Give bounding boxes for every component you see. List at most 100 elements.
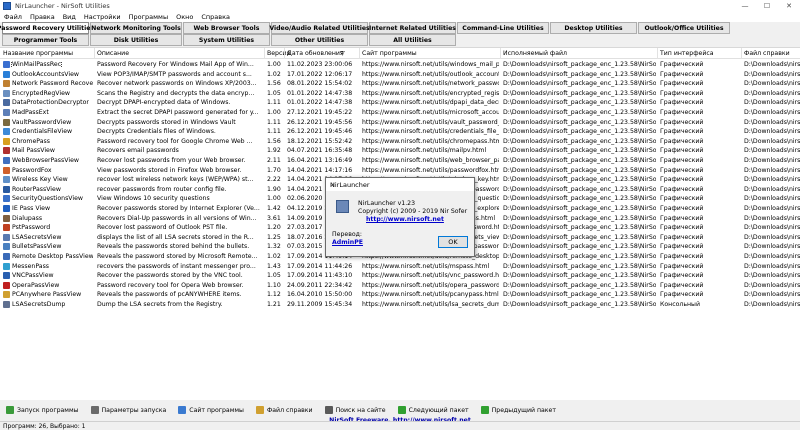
table-row[interactable]: DataProtectionDecryptor Decrypt DPAPI-enc… [0, 98, 800, 108]
cell-version: 1.00 [267, 195, 281, 203]
table-row[interactable]: LSASecretsDump Dump the LSA secrets from … [0, 300, 800, 310]
tab-network-monitoring[interactable]: Network Monitoring Tools [90, 22, 182, 34]
cell-interface: Графический [660, 109, 704, 116]
dialog-translator-link[interactable]: AdminPE [332, 239, 363, 246]
cell-description: recover lost wireless network keys (WEP/… [97, 176, 254, 184]
program-icon [3, 195, 10, 203]
cell-interface: Графический [660, 70, 704, 78]
cell-exe: D:\Downloads\nirsoft_package_enc_1.23.58… [503, 291, 656, 299]
table-row[interactable]: EncryptedRegView Scans the Registry and d… [0, 89, 800, 99]
menu-help[interactable]: Справка [201, 13, 230, 21]
tab-desktop[interactable]: Desktop Utilities [550, 22, 637, 34]
col-header-date[interactable]: Дата обновления [287, 50, 344, 57]
cell-version: 1.10 [267, 281, 281, 289]
program-name: PstPassword [12, 224, 51, 232]
cell-site: https://www.nirsoft.net/utils/vault_pass… [362, 118, 499, 126]
table-row[interactable]: VaultPasswordView Decrypts passwords stor… [0, 118, 800, 128]
cell-version: 1.00 [267, 109, 281, 116]
table-row[interactable]: WinMailPassRec Password Recovery For Wind… [0, 60, 800, 70]
tab-other[interactable]: Other Utilities [271, 34, 368, 46]
program-site-button[interactable]: Сайт программы [178, 406, 244, 414]
cell-interface: Графический [660, 243, 704, 251]
table-row[interactable]: PCAnywhere PassView Reveals the passwords… [0, 290, 800, 300]
col-header-description[interactable]: Описание [97, 50, 129, 57]
table-row[interactable]: OperaPassView Password recovery tool for … [0, 281, 800, 291]
cell-help: D:\Downloads\nirs [744, 61, 800, 68]
arrow-down-icon [397, 406, 406, 414]
table-row[interactable]: MessenPass recovers the passwords of inst… [0, 262, 800, 272]
close-button[interactable]: ✕ [778, 0, 800, 12]
minimize-button[interactable]: — [734, 0, 756, 12]
cell-interface: Графический [660, 233, 704, 241]
cell-date: 01.01.2022 14:47:38 [287, 99, 353, 107]
table-row[interactable]: Network Password Recovery Recover network… [0, 79, 800, 89]
status-bar: Программ: 26, Выбрано: 1 [0, 421, 800, 430]
dialog-website-link[interactable]: http://www.nirsoft.net [366, 216, 444, 223]
tab-web-browser[interactable]: Web Browser Tools [183, 22, 270, 34]
prev-package-button[interactable]: Предыдущий пакет [480, 406, 556, 414]
table-row[interactable]: OutlookAccountsView View POP3/IMAP/SMTP p… [0, 70, 800, 80]
table-row[interactable]: VNCPassView Recover the passwords stored … [0, 271, 800, 281]
menu-file[interactable]: Файл [4, 13, 22, 21]
run-program-button[interactable]: Запуск программы [6, 406, 79, 414]
table-row[interactable]: MadPassExt Extract the secret DPAPI passw… [0, 108, 800, 118]
tab-password-recovery[interactable]: Password Recovery Utilities [0, 22, 94, 34]
tab-programmer[interactable]: Programmer Tools [2, 34, 89, 46]
tab-disk[interactable]: Disk Utilities [90, 34, 182, 46]
cell-help: D:\Downloads\nirs [744, 99, 800, 107]
col-header-help[interactable]: Файл справки [744, 50, 790, 57]
search-site-button[interactable]: Поиск на сайте [324, 406, 386, 414]
dialog-close-button[interactable]: ✕ [330, 181, 470, 189]
tab-system[interactable]: System Utilities [183, 34, 270, 46]
ok-button[interactable]: OK [438, 236, 468, 248]
tab-command-line[interactable]: Command-Line Utilities [457, 22, 549, 34]
program-name: EncryptedRegView [12, 89, 70, 97]
run-options-button[interactable]: Параметры запуска [90, 406, 166, 414]
table-row[interactable]: PasswordFox View passwords stored in Fire… [0, 166, 800, 176]
tab-outlook-office[interactable]: Outlook/Office Utilities [638, 22, 730, 34]
menu-settings[interactable]: Настройки [84, 13, 121, 21]
tab-internet[interactable]: Internet Related Utilities [369, 22, 456, 34]
cell-description: Decrypts Credentials files of Windows. [97, 128, 216, 136]
table-row[interactable]: Mail PassView Recovers email passwords 1.9… [0, 146, 800, 156]
tab-video-audio[interactable]: Video/Audio Related Utilities [269, 22, 370, 34]
cell-interface: Графический [660, 205, 704, 212]
cell-help: D:\Downloads\nirs [744, 137, 800, 145]
program-name: MadPassExt [12, 109, 49, 116]
col-header-interface[interactable]: Тип интерфейса [660, 50, 714, 57]
cell-date: 17.09.2014 11:44:26 [287, 262, 353, 270]
cell-exe: D:\Downloads\nirsoft_package_enc_1.23.58… [503, 157, 656, 164]
cell-site: https://www.nirsoft.net/utils/mailpv.htm… [362, 147, 487, 155]
cell-description: View Windows 10 security questions [97, 195, 210, 203]
program-name: CredentialsFileView [12, 128, 73, 136]
program-icon [3, 128, 10, 136]
col-header-exe[interactable]: Исполняемый файл [503, 50, 567, 57]
cell-description: Password recovery tool for Opera Web bro… [97, 281, 244, 289]
program-name: MessenPass [12, 262, 50, 270]
program-icon [3, 99, 10, 107]
cell-description: displays the list of all LSA secrets sto… [97, 233, 254, 241]
cell-date: 04.07.2021 16:35:48 [287, 147, 353, 155]
cell-date: 26.12.2021 19:45:46 [287, 128, 353, 136]
cell-name: SecurityQuestionsView [3, 195, 93, 203]
menu-view[interactable]: Вид [63, 13, 76, 21]
cell-exe: D:\Downloads\nirsoft_package_enc_1.23.58… [503, 253, 656, 260]
next-package-button[interactable]: Следующий пакет [397, 406, 469, 414]
menu-programs[interactable]: Программы [129, 13, 168, 21]
tab-all[interactable]: All Utilities [369, 34, 456, 46]
table-row[interactable]: WebBrowserPassView Recover lost passwords… [0, 156, 800, 166]
menu-window[interactable]: Окно [176, 13, 193, 21]
help-file-label: Файл справки [266, 406, 313, 414]
menu-edit[interactable]: Правка [30, 13, 55, 21]
cell-help: D:\Downloads\nirs [744, 205, 800, 212]
cell-name: CredentialsFileView [3, 128, 93, 136]
maximize-button[interactable]: ☐ [756, 0, 778, 12]
cell-help: D:\Downloads\nirs [744, 301, 800, 308]
col-header-name[interactable]: Название программы [3, 50, 73, 57]
table-row[interactable]: ChromePass Password recovery tool for Goo… [0, 137, 800, 147]
help-file-button[interactable]: Файл справки [255, 406, 313, 414]
table-row[interactable]: CredentialsFileView Decrypts Credentials … [0, 127, 800, 137]
cell-help: D:\Downloads\nirs [744, 233, 800, 241]
cell-name: Network Password Recovery [3, 80, 93, 88]
col-header-site[interactable]: Сайт программы [362, 50, 417, 57]
